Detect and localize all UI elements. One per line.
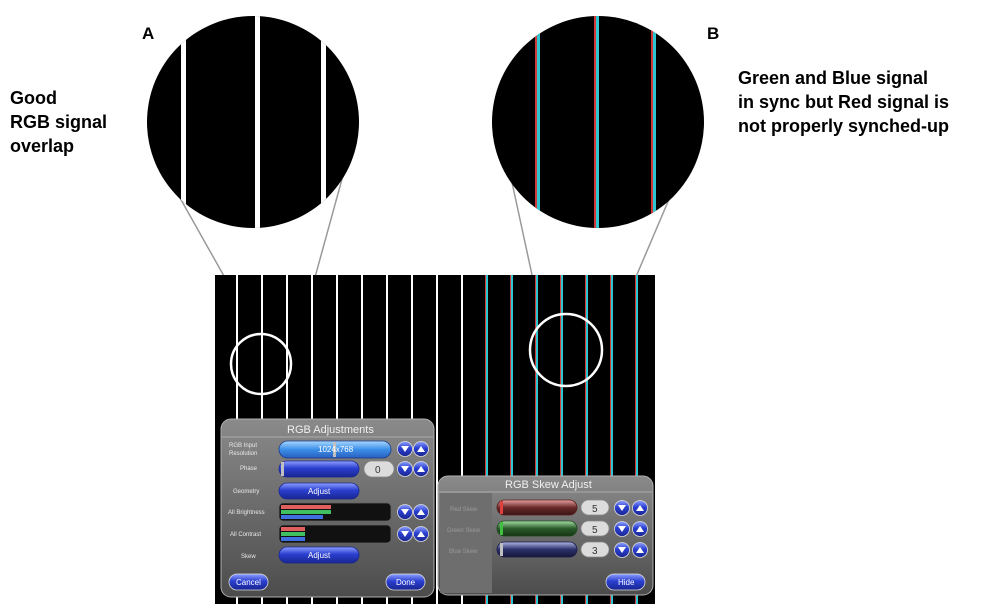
cancel-label: Cancel <box>236 578 261 587</box>
resolution-value: 1024x768 <box>318 445 354 454</box>
blue-skew-label: Blue Skew <box>449 549 478 555</box>
cancel-button[interactable]: Cancel <box>228 573 269 591</box>
red-skew-label: Red Skew <box>450 507 478 513</box>
contrast-up-button[interactable] <box>413 526 429 542</box>
brightness-up-button[interactable] <box>413 504 429 520</box>
hide-button[interactable]: Hide <box>605 573 646 591</box>
slider-thumb[interactable] <box>500 543 503 556</box>
phase-up-button[interactable] <box>413 461 429 477</box>
resolution-up-button[interactable] <box>413 441 429 457</box>
red-skew-down-button[interactable] <box>614 500 630 516</box>
skew-adjust-button[interactable]: Adjust <box>278 546 360 564</box>
green-skew-value: 5 <box>592 525 598 536</box>
resolution-slider[interactable]: 1024x768 <box>278 440 392 459</box>
row-label-brightness: All Brightness <box>228 510 265 516</box>
red-skew-up-button[interactable] <box>632 500 648 516</box>
done-label: Done <box>396 578 416 587</box>
skew-adjust-label: Adjust <box>308 551 331 560</box>
row-label-resolution-1: RGB Input <box>229 443 257 449</box>
rgb-diagram: RGB Adjustments RGB Input Resolution 102… <box>147 16 704 604</box>
geometry-adjust-button[interactable]: Adjust <box>278 482 360 500</box>
blue-skew-slider[interactable] <box>496 541 578 558</box>
slider-thumb[interactable] <box>281 462 284 476</box>
green-skew-slider[interactable] <box>496 520 578 537</box>
row-label-phase: Phase <box>240 466 258 472</box>
brightness-down-button[interactable] <box>397 504 413 520</box>
row-label-geometry: Geometry <box>233 489 259 495</box>
blue-skew-value: 3 <box>592 546 598 557</box>
hide-label: Hide <box>618 578 635 587</box>
phase-slider[interactable] <box>278 460 360 478</box>
resolution-down-button[interactable] <box>397 441 413 457</box>
green-skew-label: Green Skew <box>447 528 481 534</box>
done-button[interactable]: Done <box>385 573 426 591</box>
blue-skew-up-button[interactable] <box>632 542 648 558</box>
brightness-meter[interactable] <box>278 502 392 522</box>
green-skew-down-button[interactable] <box>614 521 630 537</box>
rgb-adjustments-panel: RGB Adjustments RGB Input Resolution 102… <box>220 418 435 598</box>
phase-value: 0 <box>375 465 381 476</box>
rgb-skew-title: RGB Skew Adjust <box>505 479 592 491</box>
geometry-adjust-label: Adjust <box>308 487 331 496</box>
slider-thumb[interactable] <box>500 522 503 535</box>
slider-thumb[interactable] <box>500 501 503 514</box>
contrast-down-button[interactable] <box>397 526 413 542</box>
blue-skew-down-button[interactable] <box>614 542 630 558</box>
red-skew-value: 5 <box>592 504 598 515</box>
row-label-contrast: All Contrast <box>230 532 261 538</box>
phase-down-button[interactable] <box>397 461 413 477</box>
rgb-adjustments-title: RGB Adjustments <box>287 424 374 436</box>
green-skew-up-button[interactable] <box>632 521 648 537</box>
red-skew-slider[interactable] <box>496 499 578 516</box>
row-label-skew: Skew <box>241 554 256 560</box>
row-label-resolution-2: Resolution <box>229 451 257 457</box>
rgb-skew-adjust-panel: RGB Skew Adjust Red Skew 5 Green Skew 5 <box>437 475 654 596</box>
contrast-meter[interactable] <box>278 524 392 544</box>
